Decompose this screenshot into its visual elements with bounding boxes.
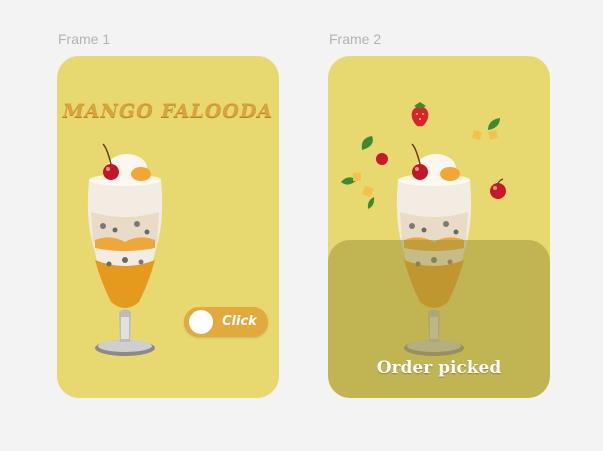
mango-cube-icon <box>488 130 498 140</box>
strawberry-icon <box>411 102 429 127</box>
mango-cube-icon <box>472 130 482 140</box>
mint-leaf-icon <box>367 197 375 209</box>
click-toggle[interactable]: Click <box>184 307 268 337</box>
toggle-label: Click <box>222 314 257 329</box>
falooda-glass-icon <box>87 143 163 356</box>
mango-cube-icon <box>353 173 361 181</box>
cherry-icon <box>490 178 506 199</box>
frame-2-card: Order picked <box>328 56 550 398</box>
product-title: MANGO FALOODA <box>62 100 274 122</box>
frame-1-label: Frame 1 <box>58 31 111 47</box>
order-status-text: Order picked <box>376 358 502 378</box>
frame-1-card: MANGO FALOODA Click <box>57 56 279 398</box>
toggle-knob[interactable] <box>189 310 213 334</box>
cherry-icon <box>376 153 388 165</box>
frame-2-label: Frame 2 <box>329 31 382 47</box>
